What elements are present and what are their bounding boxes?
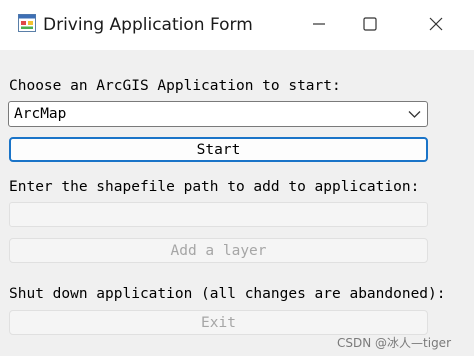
windows-form-icon [18,14,36,32]
maximize-icon [363,17,377,31]
shapefile-path-label: Enter the shapefile path to add to appli… [9,179,420,195]
title-bar[interactable]: Driving Application Form [0,0,474,50]
exit-button-label: Exit [201,314,236,331]
start-button[interactable]: Start [9,137,428,162]
close-icon [429,17,443,31]
maximize-button[interactable] [348,8,392,40]
shutdown-label: Shut down application (all changes are a… [9,286,446,302]
minimize-icon [313,23,325,25]
chevron-down-icon[interactable] [408,110,421,119]
window-title: Driving Application Form [43,15,253,35]
start-button-label: Start [196,141,241,158]
exit-button[interactable]: Exit [9,310,428,335]
application-select[interactable]: ArcMap [8,101,428,127]
application-window: Driving Application Form Choose an ArcGI… [0,0,474,356]
application-select-value: ArcMap [14,106,67,122]
close-button[interactable] [414,8,458,40]
minimize-button[interactable] [297,8,341,40]
add-layer-button-label: Add a layer [170,242,267,259]
shapefile-path-input[interactable] [9,202,428,227]
add-layer-button[interactable]: Add a layer [9,238,428,263]
watermark: CSDN @冰人—tiger [337,336,452,350]
choose-application-label: Choose an ArcGIS Application to start: [9,78,341,94]
